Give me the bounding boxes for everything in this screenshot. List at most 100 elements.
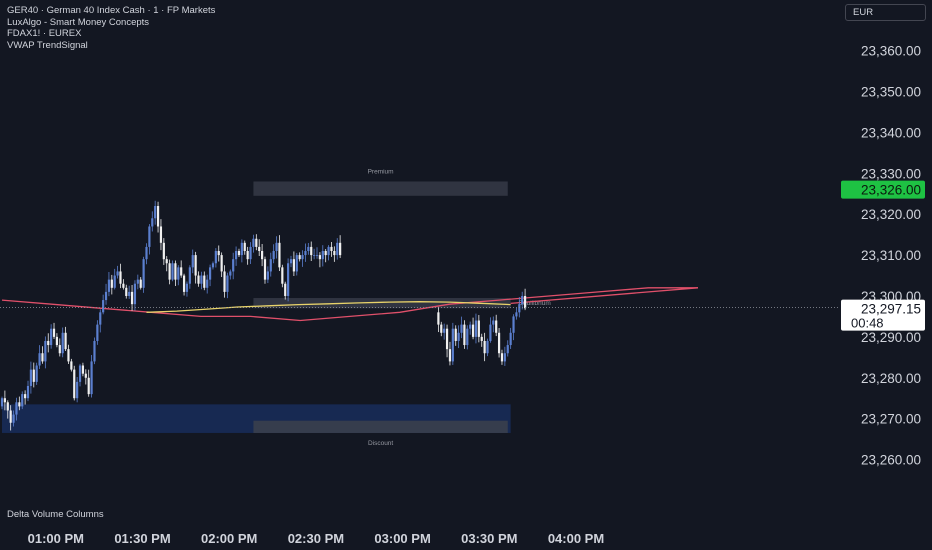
candle-body bbox=[333, 251, 336, 256]
candle-body bbox=[327, 246, 330, 256]
chart-legend: GER40 · German 40 Index Cash · 1 · FP Ma… bbox=[7, 5, 215, 51]
candle-body bbox=[263, 259, 267, 280]
x-tick-label: 01:00 PM bbox=[28, 531, 84, 546]
candle-body bbox=[81, 365, 85, 374]
candle-body bbox=[208, 267, 212, 280]
candle-body bbox=[495, 320, 498, 333]
candle-body bbox=[211, 263, 215, 268]
zone-discount-inner bbox=[253, 420, 508, 433]
candle-body bbox=[47, 340, 50, 346]
candle-body bbox=[321, 251, 324, 260]
candle-body bbox=[99, 312, 102, 325]
candle-body bbox=[466, 328, 469, 346]
candle-body bbox=[67, 349, 70, 362]
candle-body bbox=[281, 267, 284, 284]
candle-body bbox=[292, 259, 295, 272]
candle-body bbox=[104, 291, 108, 301]
currency-selector[interactable]: EUR bbox=[845, 4, 926, 21]
bottom-pane-label[interactable]: Delta Volume Columns bbox=[7, 509, 104, 520]
candle-body bbox=[70, 361, 73, 370]
legend-indicator-vwap[interactable]: VWAP TrendSignal bbox=[7, 40, 215, 52]
candle-body bbox=[73, 369, 76, 399]
candle-body bbox=[463, 324, 466, 346]
candle-body bbox=[272, 251, 275, 260]
candle-body bbox=[339, 242, 342, 256]
candle-body bbox=[249, 246, 252, 260]
candle-body bbox=[0, 398, 4, 407]
candle-body bbox=[125, 287, 128, 296]
candle-body bbox=[301, 255, 304, 260]
candle-body bbox=[18, 402, 21, 407]
candle-body bbox=[78, 365, 82, 382]
candle-body bbox=[310, 246, 313, 256]
candle-body bbox=[437, 312, 440, 325]
candle-body bbox=[448, 349, 452, 362]
candle-body bbox=[318, 255, 321, 260]
candle-body bbox=[154, 206, 157, 219]
candle-body bbox=[336, 242, 339, 256]
candle-body bbox=[168, 263, 171, 280]
candle-body bbox=[15, 402, 18, 415]
candle-body bbox=[185, 283, 189, 292]
candle-body bbox=[35, 365, 38, 382]
legend-indicator-smc[interactable]: LuxAlgo - Smart Money Concepts bbox=[7, 17, 215, 29]
candle-body bbox=[440, 324, 443, 333]
candle-body bbox=[474, 320, 478, 337]
candle-body bbox=[26, 385, 30, 399]
candle-body bbox=[518, 304, 521, 313]
candle-body bbox=[197, 275, 200, 284]
candle-body bbox=[229, 271, 232, 276]
candle-body bbox=[497, 332, 501, 354]
y-tick-label: 23,270.00 bbox=[861, 412, 921, 427]
candle-body bbox=[188, 267, 191, 284]
y-tick-label: 23,340.00 bbox=[861, 125, 921, 140]
candle-body bbox=[203, 275, 206, 288]
candle-body bbox=[451, 328, 454, 362]
candle-body bbox=[460, 324, 463, 333]
zone-label-discount: Discount bbox=[368, 440, 393, 447]
candle-body bbox=[142, 259, 145, 288]
candle-body bbox=[289, 259, 293, 264]
candle-body bbox=[503, 353, 506, 362]
candle-body bbox=[102, 300, 105, 313]
candle-body bbox=[255, 238, 258, 247]
candle-body bbox=[313, 255, 316, 256]
candle-body bbox=[243, 242, 246, 251]
candle-body bbox=[136, 279, 139, 284]
candle-body bbox=[96, 324, 99, 341]
candle-body bbox=[512, 316, 515, 333]
candle-body bbox=[304, 251, 307, 256]
price-chart[interactable]: PremiumEquilibriumDiscount 23,360.0023,3… bbox=[0, 0, 932, 550]
candle-body bbox=[275, 242, 278, 251]
candle-body bbox=[87, 377, 90, 395]
candle-body bbox=[252, 238, 255, 247]
candle-body bbox=[182, 275, 186, 292]
candle-body bbox=[38, 353, 41, 366]
candle-body bbox=[116, 271, 119, 276]
candle-body bbox=[445, 328, 449, 350]
candle-body bbox=[145, 246, 148, 260]
legend-compare-symbol[interactable]: FDAX1! · EUREX bbox=[7, 28, 215, 40]
zone-label-premium: Premium bbox=[368, 168, 394, 175]
candle-body bbox=[483, 340, 486, 354]
candle-body bbox=[139, 279, 142, 288]
candle-body bbox=[307, 246, 310, 251]
last-price-label: 23,297.15 bbox=[861, 302, 921, 317]
candle-body bbox=[3, 398, 6, 403]
candle-body bbox=[148, 226, 151, 247]
candle-body bbox=[298, 255, 301, 260]
x-tick-label: 04:00 PM bbox=[548, 531, 604, 546]
candle-body bbox=[492, 320, 495, 325]
candle-body bbox=[523, 295, 527, 309]
y-tick-label: 23,360.00 bbox=[861, 44, 921, 59]
chart-background bbox=[0, 0, 932, 550]
candle-body bbox=[232, 259, 235, 272]
candle-body bbox=[223, 271, 226, 292]
candle-body bbox=[156, 206, 160, 227]
y-tick-label: 23,350.00 bbox=[861, 85, 921, 100]
candle-body bbox=[500, 353, 504, 362]
legend-symbol[interactable]: GER40 · German 40 Index Cash · 1 · FP Ma… bbox=[7, 5, 215, 17]
candle-body bbox=[269, 259, 272, 272]
candle-body bbox=[76, 381, 79, 399]
candle-body bbox=[6, 402, 9, 411]
